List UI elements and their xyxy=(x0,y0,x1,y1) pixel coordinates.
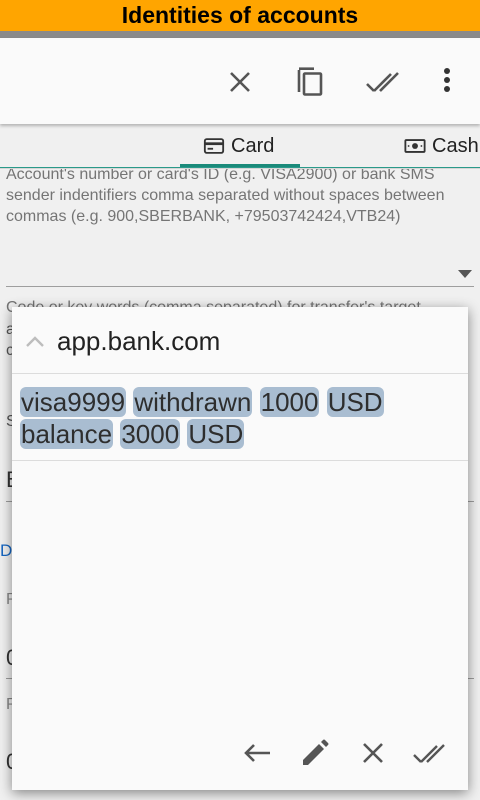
back-button[interactable] xyxy=(238,733,278,773)
content-top-divider xyxy=(0,167,480,168)
select-all-button[interactable] xyxy=(362,60,406,104)
arrow-back-icon xyxy=(244,744,270,762)
action-bar xyxy=(0,38,480,124)
app-title-bar: Identities of accounts xyxy=(0,0,480,31)
window-title: Identities of accounts xyxy=(121,2,359,28)
message-tokens: visa9999 withdrawn 1000 USD balance 3000… xyxy=(20,386,460,450)
title-bar-shadow xyxy=(0,31,480,38)
tab-cash[interactable]: Cash xyxy=(404,124,479,168)
tab-card-label: Card xyxy=(231,134,275,157)
tab-bar: Card Cash xyxy=(0,124,480,169)
popup-header: app.bank.com xyxy=(12,307,468,374)
account-id-help: Account's number or card's ID (e.g. VISA… xyxy=(6,166,445,225)
dismiss-button[interactable] xyxy=(353,733,393,773)
cash-icon xyxy=(404,139,426,153)
close-button[interactable] xyxy=(218,60,262,104)
token-chip[interactable]: withdrawn xyxy=(133,387,253,417)
edit-icon xyxy=(303,739,329,765)
tab-cash-label: Cash xyxy=(432,134,479,157)
token-chip[interactable]: visa9999 xyxy=(20,387,127,417)
done-all-icon xyxy=(366,72,399,92)
token-chip[interactable]: balance xyxy=(20,419,114,449)
more-vert-icon xyxy=(444,68,450,92)
close-icon xyxy=(363,743,383,763)
done-all-icon xyxy=(413,744,445,763)
close-icon xyxy=(230,72,250,92)
sms-parse-popup: app.bank.com visa9999 withdrawn 1000 USD… xyxy=(12,307,468,790)
copy-icon xyxy=(297,67,323,96)
popup-sender-title: app.bank.com xyxy=(57,326,221,356)
credit-card-icon xyxy=(203,138,225,154)
confirm-button[interactable] xyxy=(411,733,451,773)
overflow-menu-button[interactable] xyxy=(425,60,469,104)
obscured-link-d[interactable]: D xyxy=(0,541,12,561)
chevron-up-icon[interactable] xyxy=(22,329,48,355)
dropdown-arrow-icon[interactable] xyxy=(458,270,472,278)
popup-message-body: visa9999 withdrawn 1000 USD balance 3000… xyxy=(12,374,468,461)
token-chip[interactable]: 3000 xyxy=(120,419,181,449)
account-id-field[interactable] xyxy=(6,286,474,287)
token-chip[interactable]: 1000 xyxy=(259,387,320,417)
copy-button[interactable] xyxy=(290,60,334,104)
tab-card[interactable]: Card xyxy=(203,124,274,168)
edit-button[interactable] xyxy=(295,733,335,773)
token-chip[interactable]: USD xyxy=(326,387,384,417)
token-chip[interactable]: USD xyxy=(187,419,245,449)
